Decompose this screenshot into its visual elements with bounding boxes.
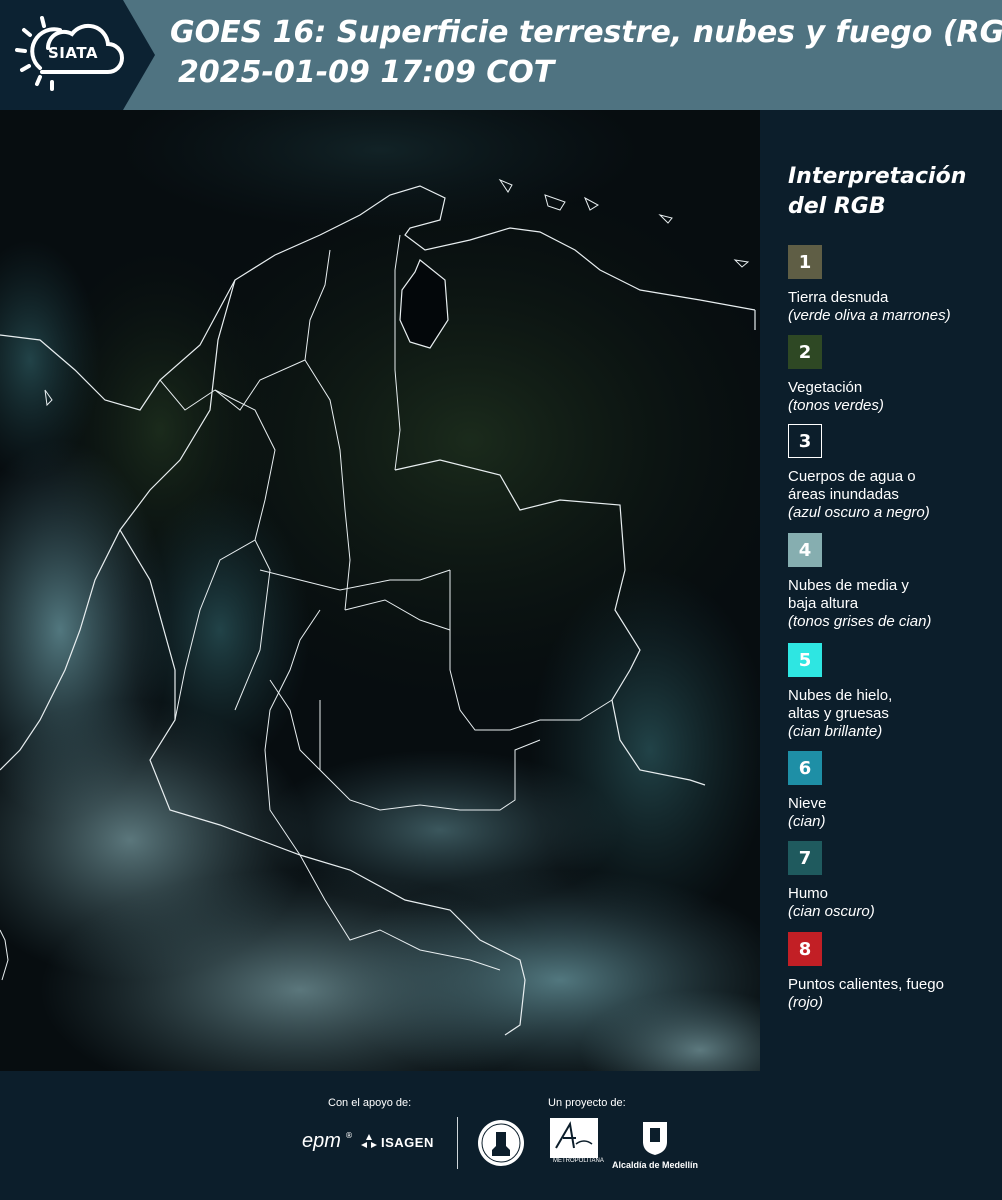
page-datetime: 2025-01-09 17:09 COT [178,55,555,90]
area-metropolitana-logo[interactable] [550,1118,598,1158]
legend-title-line2: del RGB [788,194,886,219]
legend-item-ice-clouds: 5 Nubes de hielo, altas y gruesas (cian … [788,643,998,741]
legend-swatch: 7 [788,841,822,875]
legend-swatch: 8 [788,932,822,966]
legend-note: (tonos grises de cian) [788,613,932,630]
legend-swatch: 2 [788,335,822,369]
legend-label: Cuerpos de agua o áreas inundadas [788,468,916,503]
legend-label: Tierra desnuda [788,289,889,306]
legend-label: Nubes de media y baja altura [788,577,909,612]
legend-note: (azul oscuro a negro) [788,504,930,521]
isagen-logo[interactable]: ISAGEN [381,1135,434,1150]
legend-item-bare-soil: 1 Tierra desnuda (verde oliva a marrones… [788,245,998,325]
legend-label: Nubes de hielo, altas y gruesas [788,687,893,722]
epm-logo[interactable]: epm [302,1130,341,1153]
legend-item-snow: 6 Nieve (cian) [788,751,998,831]
siata-logo[interactable]: SIATA [0,0,155,110]
isagen-icon [361,1134,377,1148]
legend-note: (cian) [788,813,826,830]
legend-swatch: 3 [788,424,822,458]
legend-item-water: 3 Cuerpos de agua o áreas inundadas (azu… [788,424,998,522]
legend-swatch: 6 [788,751,822,785]
legend-item-low-clouds: 4 Nubes de media y baja altura (tonos gr… [788,533,998,631]
satellite-map[interactable] [0,110,760,1071]
footer-divider [457,1117,458,1169]
legend-label: Puntos calientes, fuego [788,976,944,993]
logo-text: SIATA [48,44,99,62]
legend-title-line1: Interpretación [788,164,967,189]
university-seal-icon[interactable] [476,1118,526,1168]
legend-swatch: 5 [788,643,822,677]
alcaldia-label: Alcaldía de Medellín [612,1160,699,1170]
legend-note: (rojo) [788,994,824,1011]
legend-item-fire: 8 Puntos calientes, fuego (rojo) [788,932,998,1012]
header-bar: SIATA GOES 16: Superficie terrestre, nub… [0,0,1002,110]
legend-item-smoke: 7 Humo (cian oscuro) [788,841,998,921]
legend-note: (tonos verdes) [788,397,884,414]
registered-icon: ® [345,1131,353,1140]
legend-note: (cian brillante) [788,723,883,740]
legend-label: Vegetación [788,379,863,396]
legend-swatch: 4 [788,533,822,567]
legend-label: Nieve [788,795,827,812]
legend-swatch: 1 [788,245,822,279]
legend-title: Interpretación del RGB [788,162,988,222]
map-canvas [0,110,760,1071]
legend-note: (cian oscuro) [788,903,875,920]
support-label: Con el apoyo de: [328,1097,412,1109]
legend-note: (verde oliva a marrones) [788,307,951,324]
page-title: GOES 16: Superficie terrestre, nubes y f… [170,15,1002,50]
metro-caption: METROPOLITANA [553,1158,604,1164]
alcaldia-shield-icon[interactable] [641,1120,669,1156]
project-label: Un proyecto de: [548,1097,626,1109]
legend-label: Humo [788,885,829,902]
legend-item-vegetation: 2 Vegetación (tonos verdes) [788,335,998,415]
